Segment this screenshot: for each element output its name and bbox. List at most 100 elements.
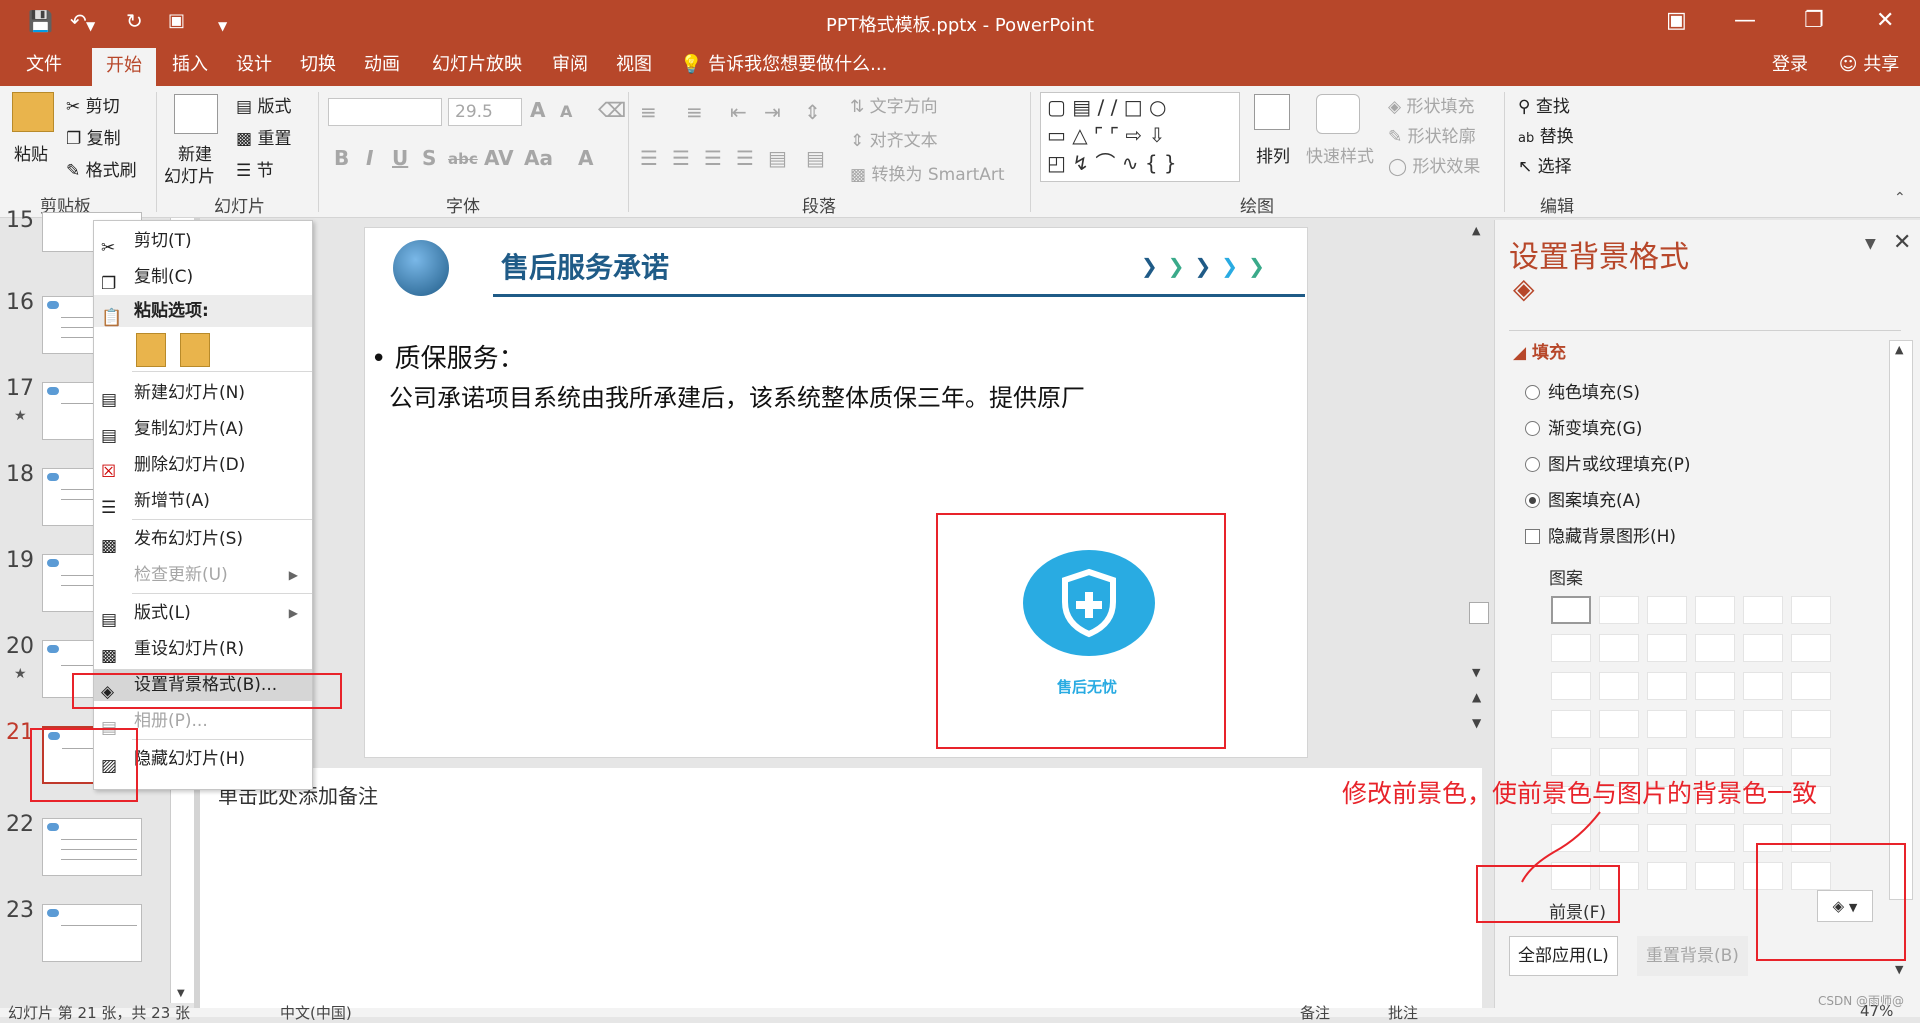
pattern-swatch[interactable] [1743,710,1783,738]
notes-pane[interactable]: 单击此处添加备注 [200,768,1482,1008]
slide-thumbnail[interactable] [42,818,142,876]
restore-icon[interactable]: ❐ [1804,8,1824,33]
replace-button[interactable]: ab 替换 [1518,122,1574,147]
paste-button[interactable]: 粘贴 [14,140,48,165]
align-center-icon[interactable]: ☰ [672,146,690,170]
section-button[interactable]: ☰ 节 [236,156,274,181]
copy-button[interactable]: ❐ 复制 [66,124,121,149]
pattern-swatch[interactable] [1647,748,1687,776]
tab-design[interactable]: 设计 [222,44,286,86]
menu-cut[interactable]: ✂ 剪切(T) [94,225,312,258]
pattern-swatch[interactable] [1647,824,1687,852]
tab-home[interactable]: 开始 [92,48,156,86]
scroll-down-icon[interactable]: ▼ [1472,666,1480,679]
shadow-icon[interactable]: S [422,146,436,170]
menu-layout[interactable]: ▤ 版式(L) ▶ [94,597,312,630]
layout-button[interactable]: ▤ 版式 [236,92,291,117]
underline-icon[interactable]: U [392,146,408,170]
pattern-swatch[interactable] [1695,748,1735,776]
cut-button[interactable]: ✂ 剪切 [66,92,120,117]
pattern-swatch[interactable] [1791,672,1831,700]
bullets-icon[interactable]: ≡ [640,100,657,124]
bold-icon[interactable]: B [334,146,349,170]
notes-toggle[interactable]: 备注 [1300,1002,1330,1023]
apply-all-button[interactable]: 全部应用(L) [1509,936,1618,976]
increase-indent-icon[interactable]: ⇥ [764,100,781,124]
next-slide-icon[interactable]: ▼ [1472,716,1481,730]
align-text-button[interactable]: ⇕ 对齐文本 [850,126,938,151]
smartart-button[interactable]: ▩ 转换为 SmartArt [850,160,1005,185]
select-button[interactable]: ↖ 选择 [1518,152,1572,177]
panel-close-icon[interactable]: ✕ [1893,230,1911,255]
pattern-swatch[interactable] [1743,672,1783,700]
find-button[interactable]: ⚲ 查找 [1518,92,1570,117]
pattern-swatch[interactable] [1647,862,1687,890]
pattern-swatch[interactable] [1551,672,1591,700]
distribute-icon[interactable]: ▤ [768,146,787,170]
shape-outline-button[interactable]: ✎ 形状轮廓 [1388,122,1476,147]
slide-scrollbar[interactable]: ▲ ▼ [1468,220,1490,690]
radio-button[interactable] [1525,385,1540,400]
reset-button[interactable]: ▩ 重置 [236,124,291,149]
tab-view[interactable]: 视图 [602,44,666,86]
paste-keep-format-icon[interactable] [136,333,166,367]
scroll-up-icon[interactable]: ▲ [1895,343,1903,356]
panel-options-icon[interactable]: ▼ [1865,236,1876,252]
columns-icon[interactable]: ▤ [806,146,825,170]
menu-publish-slides[interactable]: ▩ 发布幻灯片(S) [94,523,312,556]
paste-icon[interactable] [12,92,54,132]
clear-format-icon[interactable]: ⌫ [598,98,626,122]
login-button[interactable]: 登录 [1760,44,1820,86]
text-direction-button[interactable]: ⇅ 文字方向 [850,92,938,117]
collapse-ribbon-icon[interactable]: ⌃ [1894,190,1906,206]
bullet-item[interactable]: • 质保服务： [371,338,525,375]
font-color-icon[interactable]: A [578,146,593,170]
shape-effects-button[interactable]: ◯ 形状效果 [1388,152,1480,177]
radio-solid-fill[interactable]: 纯色填充(S) [1525,378,1640,403]
pattern-swatch[interactable] [1551,748,1591,776]
slide-title[interactable]: 售后服务承诺 [501,246,669,286]
quick-styles-button[interactable]: 快速样式 [1306,142,1374,167]
language-status[interactable]: 中文(中国) [280,1002,352,1023]
menu-delete-slide[interactable]: ☒ 删除幻灯片(D) [94,449,312,482]
pattern-swatch[interactable] [1695,596,1735,624]
tab-insert[interactable]: 插入 [158,44,222,86]
menu-copy[interactable]: ❐ 复制(C) [94,261,312,294]
radio-gradient-fill[interactable]: 渐变填充(G) [1525,414,1642,439]
char-spacing-icon[interactable]: AV [484,146,514,170]
shrink-font-icon[interactable]: A [560,102,572,121]
menu-add-section[interactable]: ☰ 新增节(A) [94,485,312,518]
pattern-swatch[interactable] [1647,710,1687,738]
format-painter-button[interactable]: ✎ 格式刷 [66,156,137,181]
radio-pattern-fill[interactable]: 图案填充(A) [1525,486,1641,511]
tab-file[interactable]: 文件 [12,44,76,86]
justify-icon[interactable]: ☰ [736,146,754,170]
checkbox[interactable] [1525,529,1540,544]
align-left-icon[interactable]: ☰ [640,146,658,170]
italic-icon[interactable]: I [366,146,373,170]
shapes-gallery[interactable]: ▢ ▤ ∕ ∕ □ ○ ▭ △ ⌜ ⌜ ⇨ ⇩ ◰ ↯ ⌒ ∿ { } [1040,92,1240,182]
pattern-swatch[interactable] [1791,634,1831,662]
pattern-swatch[interactable] [1743,748,1783,776]
menu-duplicate-slide[interactable]: ▤ 复制幻灯片(A) [94,413,312,446]
arrange-button[interactable]: 排列 [1256,142,1290,167]
minimize-icon[interactable]: — [1734,8,1756,33]
decrease-indent-icon[interactable]: ⇤ [730,100,747,124]
tab-review[interactable]: 审阅 [538,44,602,86]
panel-scrollbar[interactable]: ▲ ▼ [1889,340,1913,976]
prev-slide-icon[interactable]: ▲ [1472,690,1481,704]
shape-fill-button[interactable]: ◈ 形状填充 [1388,92,1474,117]
pattern-swatch[interactable] [1695,862,1735,890]
grow-font-icon[interactable]: A [530,98,545,122]
tab-animations[interactable]: 动画 [350,44,414,86]
change-case-icon[interactable]: Aa [524,146,553,170]
menu-reset-slide[interactable]: ▩ 重设幻灯片(R) [94,633,312,666]
pattern-swatch[interactable] [1551,710,1591,738]
pattern-swatch[interactable] [1647,596,1687,624]
align-right-icon[interactable]: ☰ [704,146,722,170]
close-icon[interactable]: ✕ [1876,8,1894,33]
pattern-swatch[interactable] [1695,824,1735,852]
scroll-down-icon[interactable]: ▼ [177,988,185,999]
tab-transitions[interactable]: 切换 [286,44,350,86]
pattern-swatch[interactable] [1551,634,1591,662]
